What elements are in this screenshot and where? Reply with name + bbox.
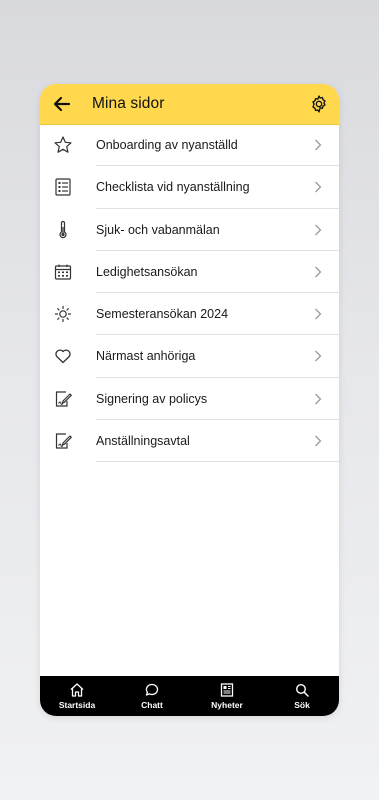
divider bbox=[96, 461, 339, 463]
sign-document-icon bbox=[55, 433, 72, 449]
sun-icon bbox=[54, 306, 72, 323]
bottom-navigation: Startsida Chatt Nyheter Sök bbox=[40, 676, 339, 716]
news-icon bbox=[220, 683, 234, 697]
nav-label: Startsida bbox=[58, 700, 96, 710]
chevron-right-icon bbox=[315, 393, 322, 405]
chevron-right-icon bbox=[315, 224, 322, 236]
menu-item-next-of-kin[interactable]: Närmast anhöriga bbox=[40, 335, 339, 378]
menu-item-label: Onboarding av nyanställd bbox=[96, 138, 238, 152]
search-icon bbox=[295, 683, 309, 697]
nav-label: Nyheter bbox=[211, 700, 243, 710]
nav-home[interactable]: Startsida bbox=[47, 682, 107, 710]
menu-item-checklist[interactable]: Checklista vid nyanställning bbox=[40, 166, 339, 209]
menu-item-leave-application[interactable]: Ledighetsansökan bbox=[40, 251, 339, 294]
menu-item-onboarding[interactable]: Onboarding av nyanställd bbox=[40, 124, 339, 167]
nav-search[interactable]: Sök bbox=[272, 682, 332, 710]
nav-label: Chatt bbox=[141, 700, 163, 710]
top-app-bar: Mina sidor bbox=[40, 84, 339, 125]
chat-icon bbox=[145, 683, 159, 696]
nav-chat[interactable]: Chatt bbox=[122, 682, 182, 710]
star-icon bbox=[54, 136, 72, 153]
back-arrow-icon[interactable] bbox=[52, 94, 72, 114]
chevron-right-icon bbox=[315, 308, 322, 320]
checklist-icon bbox=[55, 178, 71, 196]
menu-item-employment-contract[interactable]: Anställningsavtal bbox=[40, 420, 339, 463]
chevron-right-icon bbox=[315, 435, 322, 447]
menu-item-label: Signering av policys bbox=[96, 391, 208, 406]
menu-item-label: Sjuk- och vabanmälan bbox=[96, 222, 220, 237]
thermometer-icon bbox=[59, 220, 67, 238]
menu-item-label: Anställningsavtal bbox=[96, 434, 190, 449]
menu-item-policy-signing[interactable]: Signering av policys bbox=[40, 378, 339, 421]
app-screen: Mina sidor Onboarding av nyanställd Chec… bbox=[40, 84, 339, 716]
nav-news[interactable]: Nyheter bbox=[197, 682, 257, 710]
nav-label: Sök bbox=[294, 700, 310, 710]
calendar-icon bbox=[54, 264, 72, 280]
home-icon bbox=[70, 683, 84, 697]
menu-list: Onboarding av nyanställd Checklista vid … bbox=[40, 124, 339, 463]
menu-item-label: Närmast anhöriga bbox=[96, 349, 196, 364]
menu-item-label: Checklista vid nyanställning bbox=[96, 180, 250, 195]
chevron-right-icon bbox=[315, 351, 322, 362]
page-title: Mina sidor bbox=[92, 95, 165, 112]
sign-document-icon bbox=[55, 391, 72, 407]
menu-item-vacation-2024[interactable]: Semesteransökan 2024 bbox=[40, 293, 339, 336]
heart-icon bbox=[55, 349, 71, 364]
gear-icon[interactable] bbox=[309, 94, 329, 114]
chevron-right-icon bbox=[315, 139, 322, 151]
menu-item-label: Ledighetsansökan bbox=[96, 264, 198, 279]
chevron-right-icon bbox=[315, 266, 322, 278]
menu-item-label: Semesteransökan 2024 bbox=[96, 307, 229, 322]
menu-item-sick-leave[interactable]: Sjuk- och vabanmälan bbox=[40, 209, 339, 251]
chevron-right-icon bbox=[315, 181, 322, 193]
